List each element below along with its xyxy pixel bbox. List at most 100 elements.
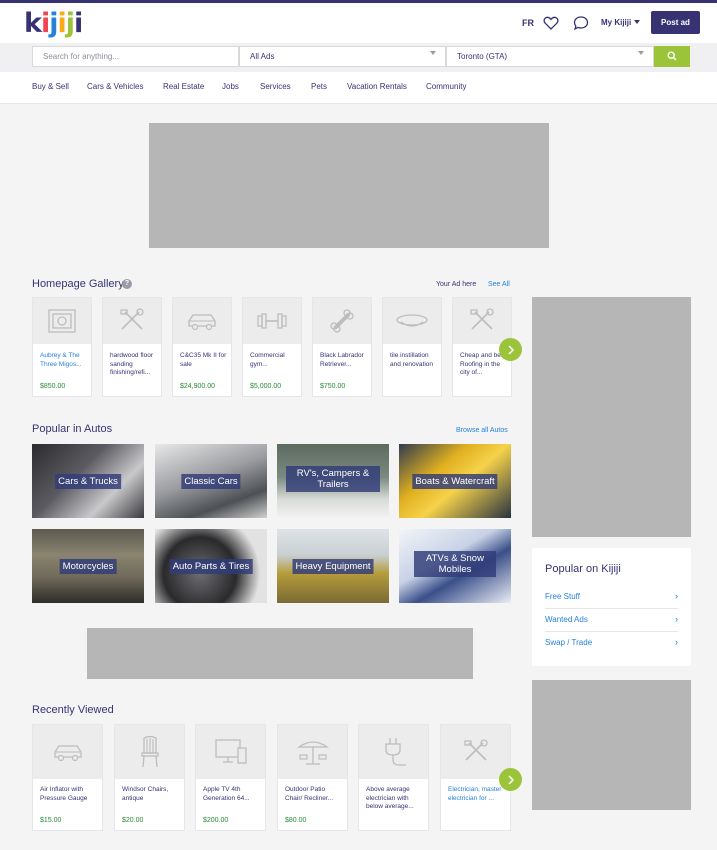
location-select[interactable]: Toronto (GTA) bbox=[446, 46, 654, 67]
gallery-card-title: Commercial gym... bbox=[250, 352, 285, 368]
plug-icon bbox=[384, 738, 406, 766]
chevron-right-icon bbox=[507, 774, 514, 785]
recent-card-price: $15.00 bbox=[40, 817, 62, 824]
tools-icon bbox=[470, 308, 494, 330]
autos-tile-motorcycles[interactable]: Motorcycles bbox=[32, 529, 144, 603]
gallery-card-price: $850.00 bbox=[40, 383, 66, 390]
tools-icon bbox=[463, 739, 488, 761]
gallery-card[interactable]: tile instillation and renovation bbox=[382, 297, 442, 397]
category-select[interactable]: All Ads bbox=[239, 46, 446, 67]
post-ad-button[interactable]: Post ad bbox=[651, 11, 700, 34]
popular-on-kijiji-panel: Popular on Kijiji Free Stuff › Wanted Ad… bbox=[532, 548, 691, 666]
autos-tile-label: Classic Cars bbox=[181, 474, 241, 489]
nav-pets[interactable]: Pets bbox=[311, 82, 327, 91]
recently-viewed-title: Recently Viewed bbox=[32, 704, 114, 716]
dish-icon bbox=[396, 314, 428, 327]
site-header: kijiji FR My Kijiji Post ad bbox=[0, 3, 717, 43]
info-icon[interactable]: ? bbox=[122, 279, 132, 289]
gallery-card-thumb bbox=[173, 298, 231, 344]
search-button[interactable] bbox=[654, 46, 690, 67]
nav-buy-sell[interactable]: Buy & Sell bbox=[32, 82, 69, 91]
ticket-icon bbox=[48, 309, 76, 333]
popular-item-wanted-ads[interactable]: Wanted Ads › bbox=[545, 609, 678, 632]
heart-icon[interactable] bbox=[543, 15, 559, 31]
recent-next-button[interactable] bbox=[499, 768, 522, 791]
nav-real-estate[interactable]: Real Estate bbox=[163, 82, 204, 91]
ad-banner-side-top[interactable] bbox=[532, 297, 691, 537]
recent-card[interactable]: Windsor Chairs, antique $20.00 bbox=[114, 724, 185, 831]
gallery-card[interactable]: Black Labrador Retriever... $750.00 bbox=[312, 297, 372, 397]
homepage-gallery-title: Homepage Gallery bbox=[32, 278, 124, 290]
gallery-next-button[interactable] bbox=[499, 338, 522, 361]
nav-vacation-rentals[interactable]: Vacation Rentals bbox=[347, 82, 407, 91]
gallery-card-thumb bbox=[453, 298, 511, 344]
nav-community[interactable]: Community bbox=[426, 82, 466, 91]
recent-card-title: Above average electrician with below ave… bbox=[366, 786, 414, 810]
gallery-card-title: hardwood floor sanding finishing/refi... bbox=[110, 352, 153, 376]
search-input[interactable] bbox=[32, 46, 239, 67]
gallery-card-thumb bbox=[383, 298, 441, 344]
chat-icon[interactable] bbox=[573, 15, 589, 31]
gallery-card-title: Black Labrador Retriever... bbox=[320, 352, 364, 368]
patio-icon bbox=[296, 741, 329, 765]
your-ad-here-link[interactable]: Your Ad here bbox=[436, 281, 476, 288]
gallery-card[interactable]: Commercial gym... $5,000.00 bbox=[242, 297, 302, 397]
bone-icon bbox=[330, 309, 354, 333]
language-toggle[interactable]: FR bbox=[522, 18, 534, 28]
autos-tile-rvs-campers-trailers[interactable]: RV's, Campers & Trailers bbox=[277, 444, 389, 518]
popular-on-kijiji-title: Popular on Kijiji bbox=[545, 563, 621, 575]
tools-icon bbox=[120, 308, 144, 330]
autos-tile-label: Motorcycles bbox=[59, 559, 117, 574]
nav-jobs[interactable]: Jobs bbox=[222, 82, 239, 91]
gallery-card-price: $750.00 bbox=[320, 383, 346, 390]
gallery-card[interactable]: hardwood floor sanding finishing/refi... bbox=[102, 297, 162, 397]
popular-item-free-stuff[interactable]: Free Stuff › bbox=[545, 586, 678, 609]
autos-tile-label: ATVs & Snow Mobiles bbox=[414, 551, 496, 577]
car-icon bbox=[188, 314, 216, 331]
kijiji-logo[interactable]: kijiji bbox=[24, 9, 83, 39]
autos-tile-label: Boats & Watercraft bbox=[412, 474, 498, 489]
gallery-card-thumb bbox=[313, 298, 371, 344]
recent-card-thumb bbox=[441, 725, 510, 779]
nav-services[interactable]: Services bbox=[260, 82, 291, 91]
search-icon bbox=[667, 51, 677, 61]
gallery-card-price: $24,900.00 bbox=[180, 383, 216, 390]
popular-item-swap-trade[interactable]: Swap / Trade › bbox=[545, 632, 678, 655]
autos-tile-label-text: RV's, Campers & Trailers bbox=[296, 468, 370, 490]
ad-banner-top[interactable] bbox=[149, 123, 549, 248]
browse-all-autos-link[interactable]: Browse all Autos bbox=[456, 427, 508, 434]
chevron-right-icon: › bbox=[675, 591, 678, 601]
gallery-card-title: Aubrey & The Three Migos... bbox=[40, 352, 82, 368]
my-kijiji-menu[interactable]: My Kijiji bbox=[601, 18, 631, 27]
chair-icon bbox=[140, 735, 159, 768]
autos-tile-boats-watercraft[interactable]: Boats & Watercraft bbox=[399, 444, 511, 518]
autos-tile-cars-trucks[interactable]: Cars & Trucks bbox=[32, 444, 144, 518]
gallery-card-title: tile instillation and renovation bbox=[390, 352, 434, 368]
recent-card[interactable]: Above average electrician with below ave… bbox=[358, 724, 429, 831]
recent-card-price: $80.00 bbox=[285, 817, 307, 824]
autos-tile-label: Heavy Equipment bbox=[292, 559, 374, 574]
search-bar: All Ads Toronto (GTA) bbox=[0, 43, 717, 72]
autos-tile-atvs-snow-mobiles[interactable]: ATVs & Snow Mobiles bbox=[399, 529, 511, 603]
gallery-card-title: C&C35 Mk II for sale bbox=[180, 352, 227, 368]
autos-tile-classic-cars[interactable]: Classic Cars bbox=[155, 444, 267, 518]
recent-card-title: Apple TV 4th Generation 64... bbox=[203, 786, 250, 802]
car-icon bbox=[53, 745, 82, 762]
gallery-card-thumb bbox=[243, 298, 301, 344]
chevron-right-icon: › bbox=[675, 614, 678, 624]
autos-tile-heavy-equipment[interactable]: Heavy Equipment bbox=[277, 529, 389, 603]
recent-card[interactable]: Air Inflator with Pressure Gauge $15.00 bbox=[32, 724, 103, 831]
recent-card[interactable]: Apple TV 4th Generation 64... $200.00 bbox=[195, 724, 266, 831]
chevron-down-icon[interactable] bbox=[634, 20, 640, 24]
location-select-value: Toronto (GTA) bbox=[457, 52, 508, 61]
recent-card-title: Electrician, master electrician for ... bbox=[448, 786, 502, 802]
recent-card[interactable]: Outdoor Patio Chair/ Recliner... $80.00 bbox=[277, 724, 348, 831]
ad-banner-side-bottom[interactable] bbox=[532, 680, 691, 810]
nav-cars-vehicles[interactable]: Cars & Vehicles bbox=[87, 82, 143, 91]
popular-item-label: Swap / Trade bbox=[545, 638, 593, 647]
ad-banner-middle[interactable] bbox=[87, 628, 473, 679]
gallery-card[interactable]: C&C35 Mk II for sale $24,900.00 bbox=[172, 297, 232, 397]
gallery-card[interactable]: Aubrey & The Three Migos... $850.00 bbox=[32, 297, 92, 397]
autos-tile-auto-parts-tires[interactable]: Auto Parts & Tires bbox=[155, 529, 267, 603]
see-all-link[interactable]: See All bbox=[488, 281, 510, 288]
